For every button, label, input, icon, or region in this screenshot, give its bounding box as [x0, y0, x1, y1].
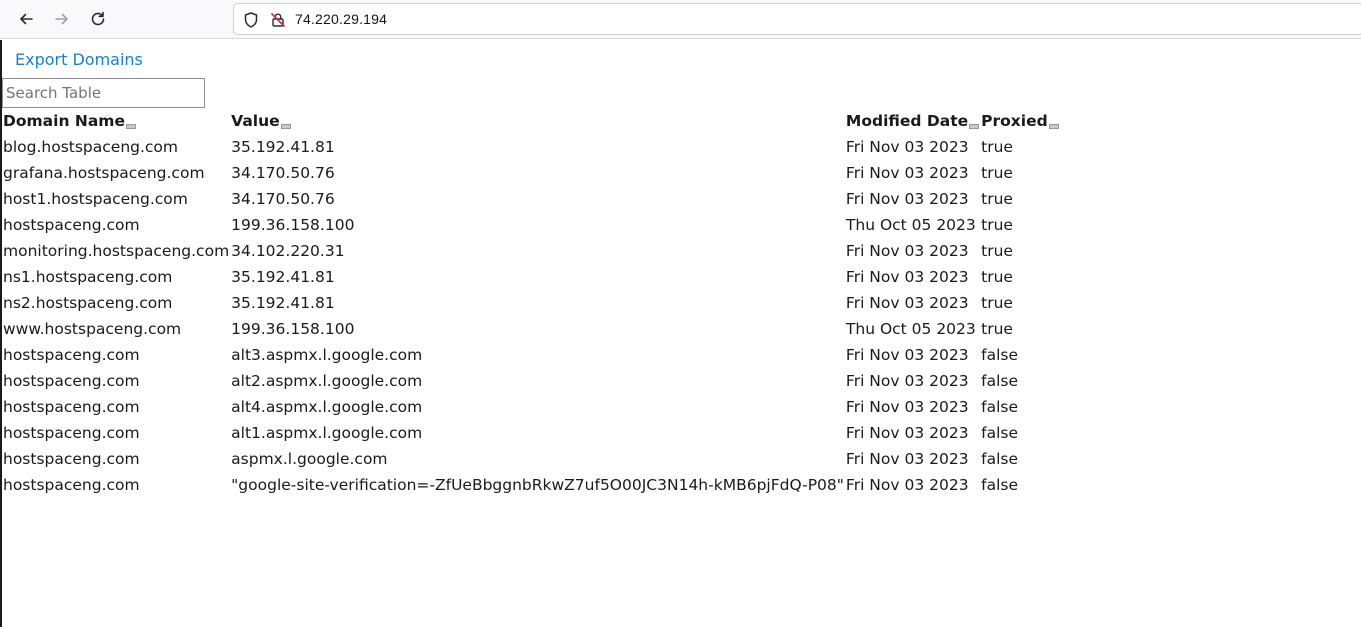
table-row: monitoring.hostspaceng.com 34.102.220.31…: [2, 238, 1060, 264]
search-input[interactable]: [2, 78, 205, 108]
column-header-domain-name[interactable]: Domain Name: [2, 108, 230, 134]
page-content: Export Domains Domain Name Value Modifie…: [0, 40, 1361, 627]
column-header-label: Domain Name: [3, 112, 125, 130]
table-row: www.hostspaceng.com 199.36.158.100 Thu O…: [2, 316, 1060, 342]
table-row: grafana.hostspaceng.com 34.170.50.76 Fri…: [2, 160, 1060, 186]
browser-toolbar: 74.220.29.194: [0, 0, 1361, 39]
proxied-cell: true: [981, 320, 1013, 338]
modified-date-cell: Fri Nov 03 2023: [845, 294, 969, 312]
value-cell: 199.36.158.100: [231, 216, 355, 234]
domain-cell: grafana.hostspaceng.com: [3, 164, 205, 182]
url-text[interactable]: 74.220.29.194: [295, 11, 387, 27]
proxied-cell: true: [981, 294, 1013, 312]
domain-cell: www.hostspaceng.com: [3, 320, 182, 338]
proxied-cell: true: [981, 216, 1013, 234]
proxied-cell: true: [981, 242, 1013, 260]
modified-date-cell: Thu Oct 05 2023: [845, 320, 976, 338]
reload-icon: [91, 11, 105, 26]
address-bar[interactable]: 74.220.29.194: [233, 3, 1361, 35]
proxied-cell: false: [981, 476, 1019, 494]
proxied-cell: true: [981, 190, 1013, 208]
domain-cell: ns2.hostspaceng.com: [3, 294, 173, 312]
domain-cell: hostspaceng.com: [3, 372, 140, 390]
proxied-cell: true: [981, 164, 1013, 182]
back-button[interactable]: [12, 5, 40, 33]
modified-date-cell: Fri Nov 03 2023: [845, 242, 969, 260]
table-row: hostspaceng.com aspmx.l.google.com Fri N…: [2, 446, 1060, 472]
modified-date-cell: Fri Nov 03 2023: [845, 476, 969, 494]
table-row: ns2.hostspaceng.com 35.192.41.81 Fri Nov…: [2, 290, 1060, 316]
domain-cell: hostspaceng.com: [3, 346, 140, 364]
value-cell: 35.192.41.81: [231, 294, 335, 312]
domain-cell: hostspaceng.com: [3, 216, 140, 234]
modified-date-cell: Fri Nov 03 2023: [845, 398, 969, 416]
domain-cell: hostspaceng.com: [3, 476, 140, 494]
table-row: hostspaceng.com "google-site-verificatio…: [2, 472, 1060, 498]
column-header-label: Modified Date: [845, 112, 969, 130]
insecure-connection-icon[interactable]: [269, 11, 287, 29]
domain-cell: monitoring.hostspaceng.com: [3, 242, 230, 260]
proxied-cell: false: [981, 346, 1019, 364]
proxied-cell: true: [981, 268, 1013, 286]
value-cell: 34.170.50.76: [231, 190, 335, 208]
value-cell: 35.192.41.81: [231, 138, 335, 156]
domain-cell: ns1.hostspaceng.com: [3, 268, 173, 286]
domain-cell: hostspaceng.com: [3, 424, 140, 442]
table-row: blog.hostspaceng.com 35.192.41.81 Fri No…: [2, 134, 1060, 160]
table-row: hostspaceng.com 199.36.158.100 Thu Oct 0…: [2, 212, 1060, 238]
domain-cell: blog.hostspaceng.com: [3, 138, 179, 156]
modified-date-cell: Thu Oct 05 2023: [845, 216, 976, 234]
domain-cell: hostspaceng.com: [3, 450, 140, 468]
sort-icon[interactable]: [969, 124, 980, 129]
shield-icon[interactable]: [242, 11, 260, 29]
table-row: ns1.hostspaceng.com 35.192.41.81 Fri Nov…: [2, 264, 1060, 290]
modified-date-cell: Fri Nov 03 2023: [845, 346, 969, 364]
forward-button[interactable]: [48, 5, 76, 33]
value-cell: 34.102.220.31: [231, 242, 345, 260]
domain-cell: hostspaceng.com: [3, 398, 140, 416]
proxied-cell: false: [981, 398, 1019, 416]
proxied-cell: false: [981, 372, 1019, 390]
modified-date-cell: Fri Nov 03 2023: [845, 424, 969, 442]
column-header-proxied[interactable]: Proxied: [980, 108, 1060, 134]
proxied-cell: true: [981, 138, 1013, 156]
table-header-row: Domain Name Value Modified Date Proxied: [2, 108, 1060, 134]
export-domains-link[interactable]: Export Domains: [15, 50, 143, 69]
forward-arrow-icon: [55, 13, 68, 25]
value-cell: 199.36.158.100: [231, 320, 355, 338]
value-cell: 35.192.41.81: [231, 268, 335, 286]
proxied-cell: false: [981, 450, 1019, 468]
sort-icon[interactable]: [125, 124, 136, 129]
value-cell: "google-site-verification=-ZfUeBbggnbRkw…: [231, 476, 844, 494]
sort-icon[interactable]: [280, 124, 291, 129]
table-row: hostspaceng.com alt3.aspmx.l.google.com …: [2, 342, 1060, 368]
value-cell: alt3.aspmx.l.google.com: [231, 346, 423, 364]
column-header-label: Value: [231, 112, 280, 130]
column-header-value[interactable]: Value: [230, 108, 845, 134]
column-header-label: Proxied: [981, 112, 1048, 130]
table-row: hostspaceng.com alt2.aspmx.l.google.com …: [2, 368, 1060, 394]
reload-button[interactable]: [84, 5, 112, 33]
back-arrow-icon: [20, 13, 33, 25]
column-header-modified-date[interactable]: Modified Date: [845, 108, 980, 134]
value-cell: alt2.aspmx.l.google.com: [231, 372, 423, 390]
modified-date-cell: Fri Nov 03 2023: [845, 268, 969, 286]
domains-table: Domain Name Value Modified Date Proxied …: [2, 108, 1060, 498]
table-row: host1.hostspaceng.com 34.170.50.76 Fri N…: [2, 186, 1060, 212]
sort-icon[interactable]: [1048, 124, 1059, 129]
value-cell: alt1.aspmx.l.google.com: [231, 424, 423, 442]
domain-cell: host1.hostspaceng.com: [3, 190, 188, 208]
table-row: hostspaceng.com alt4.aspmx.l.google.com …: [2, 394, 1060, 420]
modified-date-cell: Fri Nov 03 2023: [845, 138, 969, 156]
modified-date-cell: Fri Nov 03 2023: [845, 190, 969, 208]
modified-date-cell: Fri Nov 03 2023: [845, 164, 969, 182]
proxied-cell: false: [981, 424, 1019, 442]
table-row: hostspaceng.com alt1.aspmx.l.google.com …: [2, 420, 1060, 446]
modified-date-cell: Fri Nov 03 2023: [845, 450, 969, 468]
value-cell: 34.170.50.76: [231, 164, 335, 182]
value-cell: alt4.aspmx.l.google.com: [231, 398, 423, 416]
value-cell: aspmx.l.google.com: [231, 450, 388, 468]
modified-date-cell: Fri Nov 03 2023: [845, 372, 969, 390]
